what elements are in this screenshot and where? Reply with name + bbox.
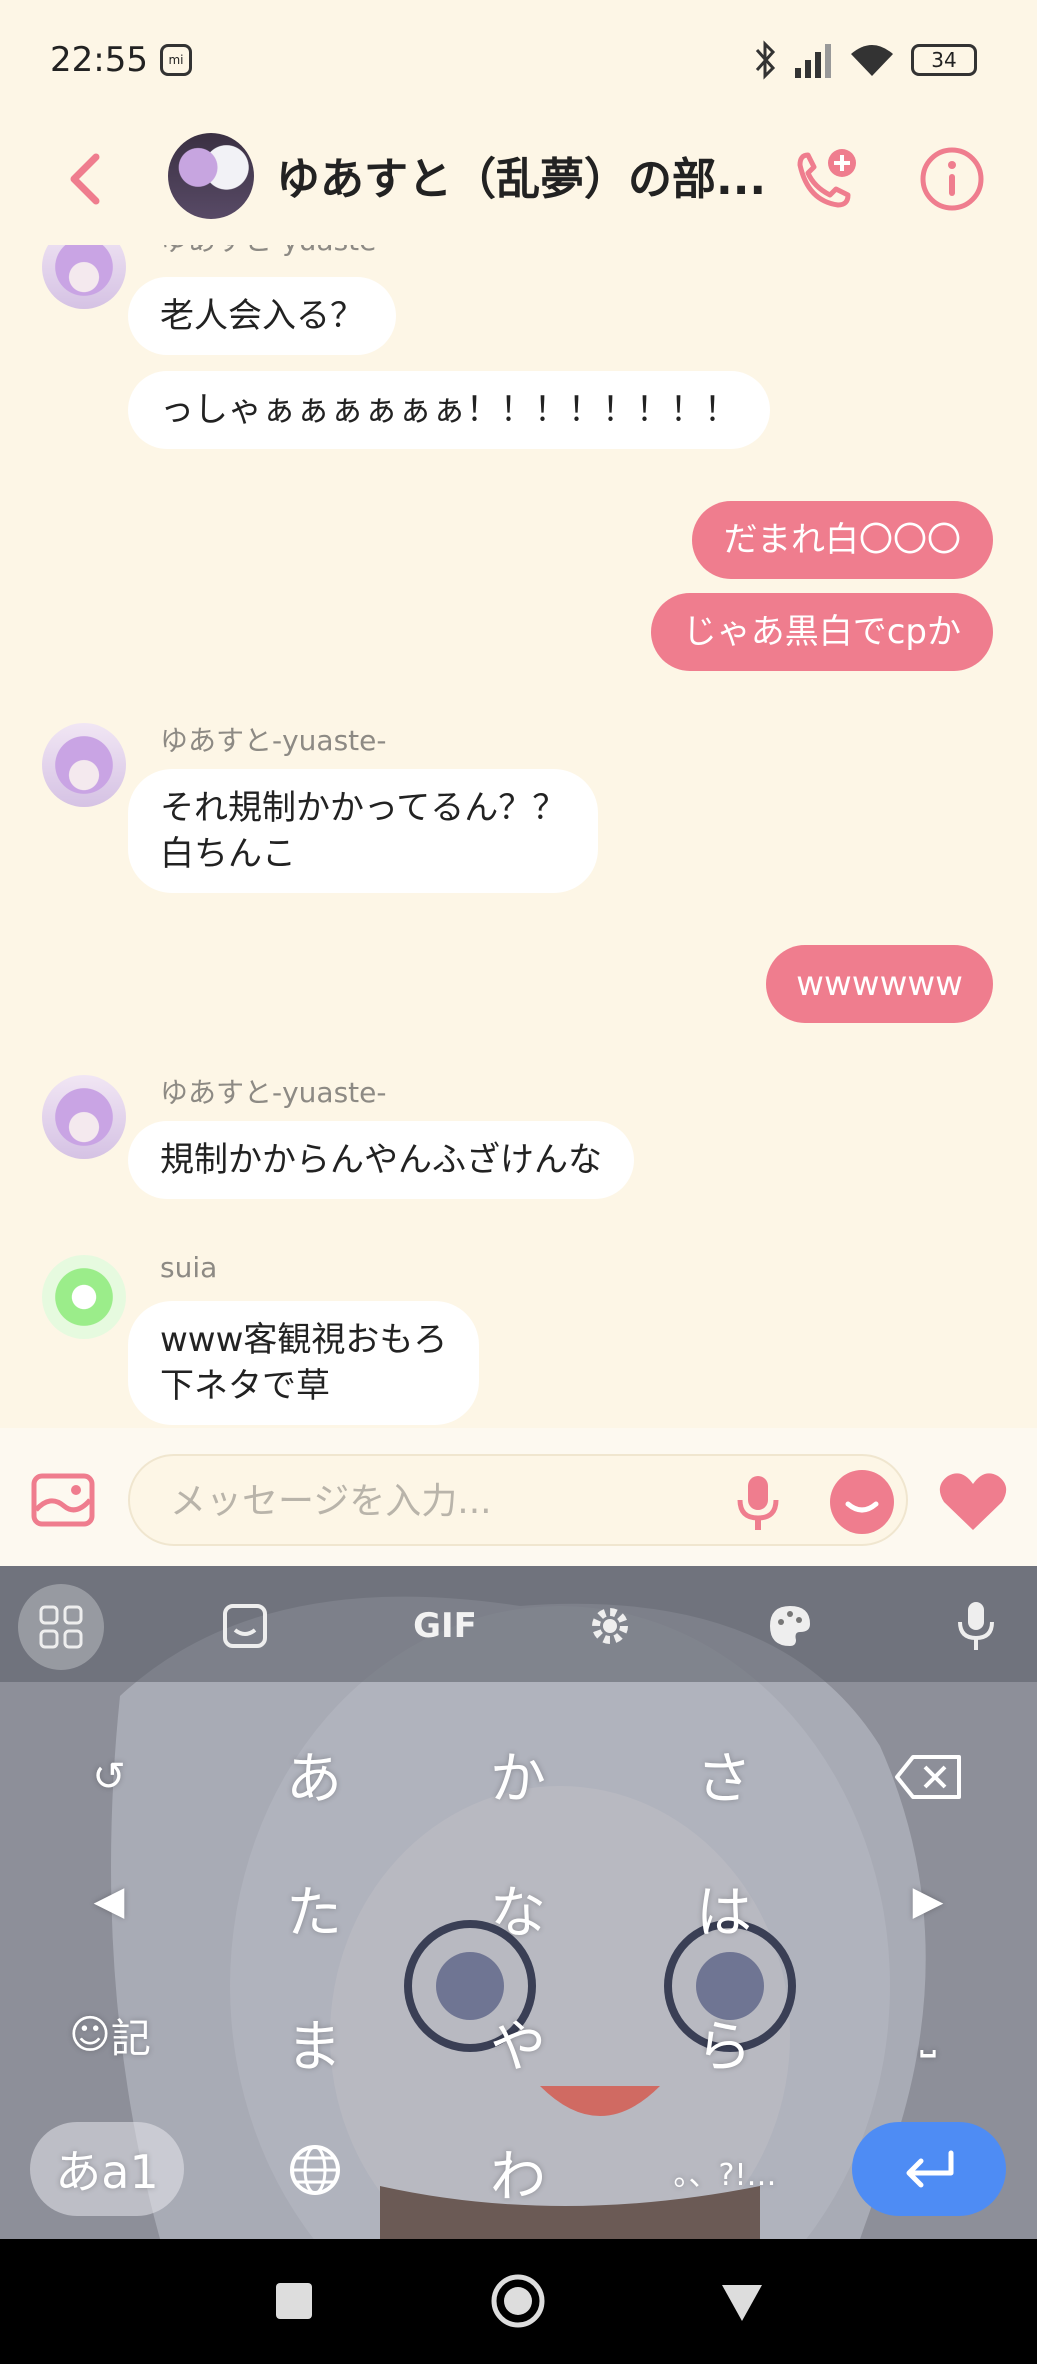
sender-avatar[interactable]: [42, 245, 126, 309]
emoji-kanji-key[interactable]: ☺ 記: [50, 1990, 170, 2080]
cursor-left-key[interactable]: ◀: [64, 1856, 154, 1946]
status-icons: 34: [753, 40, 977, 80]
system-navigation-bar: [0, 2239, 1037, 2364]
cursor-right-key[interactable]: ▶: [880, 1856, 976, 1946]
key-ka[interactable]: か: [466, 1722, 570, 1826]
sender-name: ゆあすと-yuaste-: [160, 1076, 387, 1109]
smile-icon: [845, 1501, 879, 1513]
emoji-button[interactable]: [830, 1470, 894, 1534]
key-ma[interactable]: ま: [262, 1990, 366, 2094]
punctuation-key[interactable]: 。、?!…: [660, 2120, 790, 2224]
message-bubble-outgoing[interactable]: wwwwww: [766, 945, 993, 1023]
sticker-icon[interactable]: [205, 1586, 285, 1666]
kanji-label: 記: [110, 2016, 151, 2062]
status-bar: 22:55 mi 34: [0, 0, 1037, 125]
battery-indicator: 34: [911, 44, 977, 76]
back-arrow-icon[interactable]: [60, 149, 110, 209]
bluetooth-icon: [755, 40, 776, 80]
keyboard: GIF ↺ あ か さ ◀ た な は ▶ ☺ 記 ま や ら ⎵ あa1 わ 。…: [0, 1566, 1037, 2239]
sender-avatar[interactable]: [42, 1255, 126, 1339]
heart-icon[interactable]: [936, 1468, 1010, 1534]
group-avatar[interactable]: [168, 133, 254, 219]
add-call-icon[interactable]: [790, 145, 862, 217]
voice-input-icon[interactable]: [936, 1586, 1016, 1666]
gif-button[interactable]: GIF: [385, 1586, 505, 1666]
key-sa[interactable]: さ: [672, 1722, 776, 1826]
message-bubble-incoming[interactable]: www客観視おもろ 下ネタで草: [128, 1301, 480, 1425]
sender-name: ゆあすと-yuaste-: [160, 724, 387, 757]
message-bubble-incoming[interactable]: それ規制かかってるん？？ 白ちんこ: [128, 769, 599, 893]
keyboard-toolbar: GIF: [0, 1566, 1037, 1682]
key-wa[interactable]: わ: [466, 2120, 570, 2224]
sender-name: suia: [160, 1251, 218, 1284]
backspace-icon: [895, 1755, 961, 1799]
theme-palette-icon[interactable]: [750, 1586, 830, 1666]
backspace-key[interactable]: [880, 1732, 976, 1822]
chat-title[interactable]: ゆあすと（乱夢）の部...: [276, 143, 766, 207]
status-time: 22:55: [50, 40, 148, 80]
settings-gear-icon[interactable]: [570, 1586, 650, 1666]
info-icon[interactable]: [918, 145, 986, 213]
message-text-field[interactable]: [170, 1476, 710, 1526]
space-key[interactable]: ⎵: [880, 1990, 976, 2080]
globe-icon: [290, 2145, 340, 2195]
input-mode-key[interactable]: あa1: [30, 2122, 184, 2216]
microphone-icon[interactable]: [730, 1472, 786, 1534]
message-list[interactable]: ゆあすと-yuaste- 老人会入る？ っしゃぁぁぁぁぁぁ！！！！！！！！ だま…: [0, 245, 1037, 1428]
wifi-icon: [851, 45, 893, 76]
signal-icon: [795, 44, 831, 78]
message-input[interactable]: [128, 1454, 908, 1546]
sender-avatar[interactable]: [42, 1075, 126, 1159]
message-bubble-incoming[interactable]: 規制かからんやんふざけんな: [128, 1121, 634, 1199]
enter-arrow-icon: [906, 2150, 954, 2188]
message-bubble-incoming[interactable]: っしゃぁぁぁぁぁぁ！！！！！！！！: [128, 371, 770, 449]
enter-key[interactable]: [852, 2122, 1006, 2216]
recents-square-icon[interactable]: [262, 2269, 326, 2333]
mi-icon: mi: [160, 44, 192, 76]
sender-avatar[interactable]: [42, 723, 126, 807]
message-bubble-incoming[interactable]: 老人会入る？: [128, 277, 396, 355]
key-ha[interactable]: は: [672, 1856, 776, 1960]
message-bubble-outgoing[interactable]: じゃあ黒白でcpか: [650, 593, 993, 671]
undo-key[interactable]: ↺: [64, 1732, 154, 1822]
key-ta[interactable]: た: [262, 1856, 366, 1960]
apps-grid-icon[interactable]: [18, 1584, 104, 1670]
chat-header: ゆあすと（乱夢）の部...: [0, 125, 1037, 245]
key-a[interactable]: あ: [262, 1722, 366, 1826]
globe-key[interactable]: [270, 2120, 360, 2220]
message-bubble-outgoing[interactable]: だまれ白〇〇〇: [691, 501, 993, 579]
image-icon[interactable]: [30, 1472, 96, 1528]
emoji-face-icon: ☺: [69, 2012, 111, 2058]
key-na[interactable]: な: [466, 1856, 570, 1960]
back-triangle-icon[interactable]: [710, 2269, 774, 2333]
message-input-bar: [0, 1428, 1037, 1566]
key-ya[interactable]: や: [466, 1990, 570, 2094]
home-circle-icon[interactable]: [486, 2269, 550, 2333]
sender-name: ゆあすと-yuaste-: [160, 245, 386, 259]
key-ra[interactable]: ら: [672, 1990, 776, 2094]
